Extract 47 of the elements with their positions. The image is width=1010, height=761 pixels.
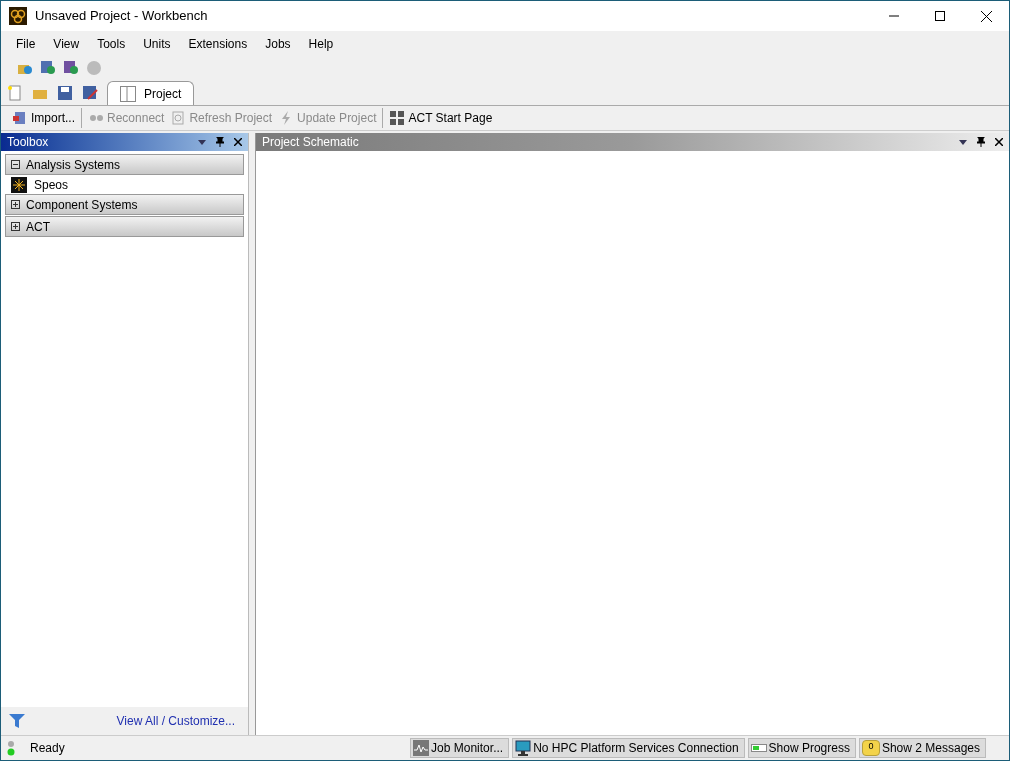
app-logo-icon (9, 7, 27, 25)
toolbox-item[interactable]: Speos (5, 176, 244, 194)
pin-icon[interactable] (216, 137, 224, 147)
close-icon (980, 10, 992, 22)
menu-item[interactable]: Jobs (256, 34, 300, 53)
menu-item[interactable]: Help (299, 34, 343, 53)
panel-title: Toolbox (7, 134, 50, 151)
filter-icon[interactable] (9, 714, 25, 728)
pin-icon[interactable] (977, 137, 985, 147)
dropdown-icon[interactable] (959, 139, 967, 145)
window-title: Unsaved Project - Workbench (35, 7, 208, 26)
menu-item[interactable]: View (44, 34, 89, 53)
message-bubble-icon: 0 (861, 740, 880, 756)
close-icon[interactable] (995, 138, 1003, 146)
status-button[interactable]: No HPC Platform Services Connection (512, 738, 745, 758)
monitor-icon (515, 740, 532, 756)
document-icon (12, 110, 28, 126)
menu-item[interactable]: Tools (88, 34, 135, 53)
status-light-icon (7, 740, 15, 756)
waveform-icon (413, 740, 430, 756)
starburst-icon (11, 177, 27, 193)
plus-box-icon (11, 222, 20, 231)
status-button[interactable]: 0 Show 2 Messages (858, 738, 986, 758)
status-text: Ready (30, 740, 66, 757)
save-icon (57, 85, 73, 101)
status-button[interactable]: Job Monitor... (410, 738, 510, 758)
panel-title: Project Schematic (262, 134, 360, 151)
maximize-icon (935, 11, 945, 21)
minus-box-icon (11, 160, 20, 169)
dropdown-icon[interactable] (198, 139, 206, 145)
view-all-link[interactable]: View All / Customize... (116, 712, 240, 730)
plus-box-icon (11, 200, 20, 209)
toolbox-group[interactable]: Analysis Systems (5, 154, 244, 175)
toolbar-button[interactable]: ACT Start Page (386, 109, 496, 127)
menu-item[interactable]: Extensions (179, 34, 257, 53)
toolbar-button[interactable]: Import... (9, 109, 78, 127)
status-button[interactable]: Show Progress (747, 738, 856, 758)
menu-item[interactable]: File (7, 34, 45, 53)
tab[interactable]: Project (107, 81, 195, 105)
grid-icon (389, 110, 406, 126)
sphere-icon (86, 60, 102, 76)
close-icon[interactable] (234, 138, 242, 146)
new-file-icon (7, 85, 23, 101)
toolbox-group[interactable]: Component Systems (5, 194, 244, 215)
layout-icon (120, 85, 136, 102)
menu-item[interactable]: Units (134, 34, 180, 53)
toolbox-group[interactable]: ACT (5, 216, 244, 237)
